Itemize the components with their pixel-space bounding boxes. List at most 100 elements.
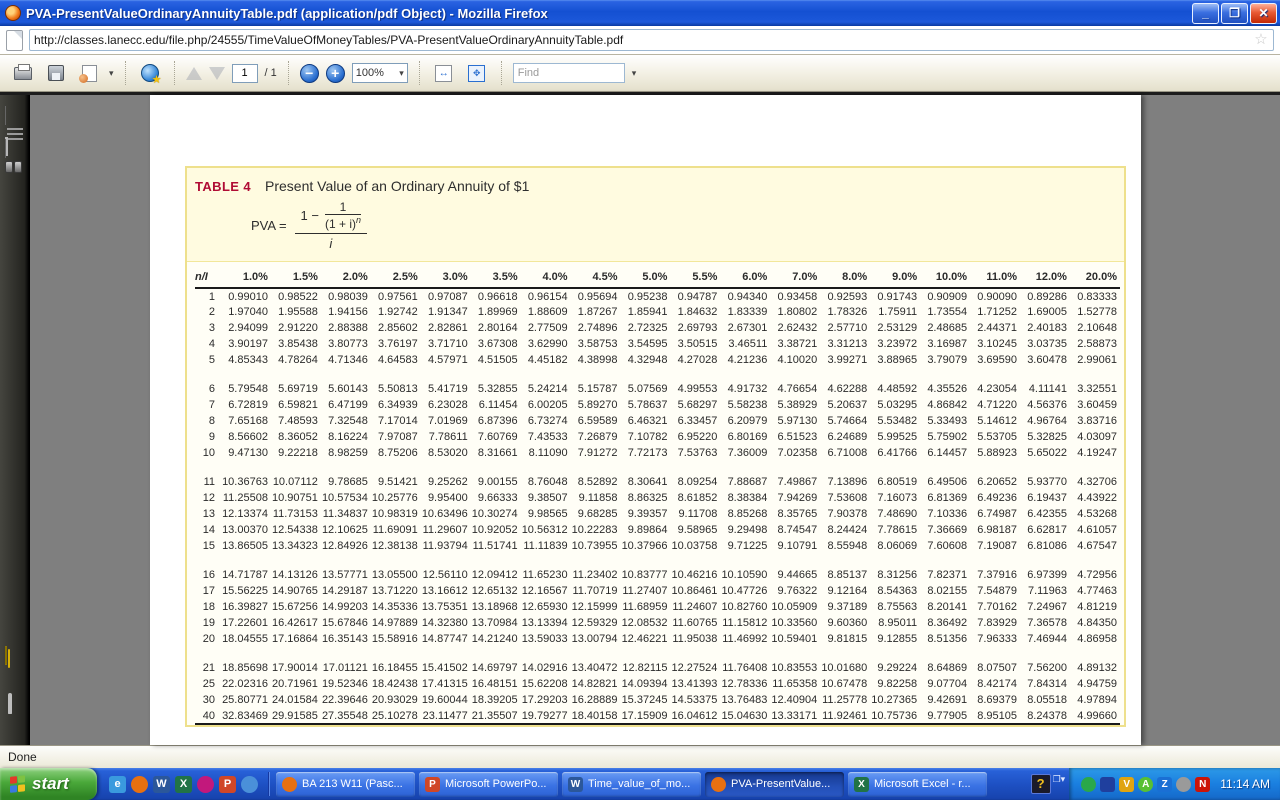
search-panel-button[interactable] xyxy=(5,157,25,179)
previous-page-button[interactable] xyxy=(186,67,202,80)
pva-cell: 12.46221 xyxy=(621,631,671,647)
key-quicklaunch-icon[interactable] xyxy=(197,776,214,793)
web-button[interactable] xyxy=(137,60,163,86)
table-row: 65.795485.697195.601435.508135.417195.32… xyxy=(195,381,1120,397)
pva-cell: 3.67308 xyxy=(471,336,521,352)
bookmark-star-icon[interactable]: ☆ xyxy=(1253,32,1269,48)
zoom-out-button[interactable]: − xyxy=(300,64,319,83)
pva-cell: 1.97040 xyxy=(221,304,271,320)
firefox-quicklaunch-icon[interactable] xyxy=(131,776,148,793)
rate-header: 5.0% xyxy=(621,266,671,288)
pva-cell: 8.11090 xyxy=(521,445,571,461)
pva-cell: 9.89864 xyxy=(621,522,671,538)
pva-cell: 13.00794 xyxy=(571,631,621,647)
pva-cell: 10.03758 xyxy=(670,538,720,554)
pdf-toolbar: ▾ / 1 − + 100% ▾ ↔ ✥ ▾ xyxy=(0,55,1280,92)
powerpoint-quicklaunch-icon[interactable]: P xyxy=(219,776,236,793)
pva-cell: 29.91585 xyxy=(271,708,321,724)
task-button[interactable]: PMicrosoft PowerPo... xyxy=(419,772,558,797)
binoculars-icon xyxy=(5,161,25,173)
comments-panel-button[interactable] xyxy=(5,647,25,669)
pages-panel-button[interactable] xyxy=(5,107,25,129)
pva-cell: 6.00205 xyxy=(521,397,571,413)
pva-cell: 7.48593 xyxy=(271,413,321,429)
paperclip-icon xyxy=(8,693,12,714)
chevron-button[interactable]: ❐▾ xyxy=(1053,774,1066,800)
pva-cell: 7.13896 xyxy=(820,474,870,490)
pva-cell: 7.60608 xyxy=(920,538,970,554)
pva-cell: 16.39827 xyxy=(221,599,271,615)
pva-cell: 11.93794 xyxy=(421,538,471,554)
save-button[interactable] xyxy=(43,60,69,86)
pva-cell: 4.99660 xyxy=(1070,708,1120,724)
pva-cell: 8.56602 xyxy=(221,429,271,445)
word-quicklaunch-icon[interactable]: W xyxy=(153,776,170,793)
zoom-level-select[interactable]: 100% ▾ xyxy=(352,63,408,83)
url-field[interactable]: http://classes.lanecc.edu/file.php/24555… xyxy=(29,29,1274,51)
task-button-label: PVA-PresentValue... xyxy=(731,778,830,790)
page-number-input[interactable] xyxy=(232,64,258,83)
z-tray-icon[interactable]: Z xyxy=(1157,777,1172,792)
start-button[interactable]: start xyxy=(0,768,97,800)
excel-quicklaunch-icon[interactable]: X xyxy=(175,776,192,793)
pva-cell: 9.81815 xyxy=(820,631,870,647)
attachments-panel-button[interactable] xyxy=(8,695,28,717)
task-button[interactable]: BA 213 W11 (Pasc... xyxy=(276,772,415,797)
period-cell: 19 xyxy=(195,615,221,631)
pva-cell: 9.25262 xyxy=(421,474,471,490)
find-dropdown-arrow[interactable]: ▾ xyxy=(632,68,637,79)
pva-cell: 14.35336 xyxy=(371,599,421,615)
pva-cell: 8.06069 xyxy=(870,538,920,554)
pva-cell: 8.69379 xyxy=(970,692,1020,708)
settings-tray-icon[interactable] xyxy=(1100,777,1115,792)
pva-cell: 9.38507 xyxy=(521,490,571,506)
pva-cell: 11.76408 xyxy=(720,660,770,676)
zoom-in-button[interactable]: + xyxy=(326,64,345,83)
pva-cell: 6.24689 xyxy=(820,429,870,445)
fit-width-button[interactable]: ↔ xyxy=(431,60,457,86)
ie-quicklaunch-icon[interactable]: e xyxy=(109,776,126,793)
pva-cell: 10.46216 xyxy=(670,567,720,583)
pva-cell: 13.57771 xyxy=(321,567,371,583)
next-page-button[interactable] xyxy=(209,67,225,80)
period-cell: 6 xyxy=(195,381,221,397)
restore-button[interactable]: ❐ xyxy=(1221,3,1248,24)
email-dropdown-arrow[interactable]: ▾ xyxy=(109,68,114,79)
pva-cell: 7.91272 xyxy=(571,445,621,461)
toolbar-separator xyxy=(288,61,289,85)
period-cell: 13 xyxy=(195,506,221,522)
printer-icon xyxy=(14,67,32,80)
minimize-button[interactable]: _ xyxy=(1192,3,1219,24)
pva-cell: 8.09254 xyxy=(670,474,720,490)
gray-tray-icon[interactable] xyxy=(1176,777,1191,792)
pva-cell: 2.44371 xyxy=(970,320,1020,336)
pva-cell: 6.33457 xyxy=(670,413,720,429)
green-a-tray-icon[interactable]: A xyxy=(1138,777,1153,792)
pva-cell: 3.85438 xyxy=(271,336,321,352)
task-button[interactable]: XMicrosoft Excel - r... xyxy=(848,772,987,797)
print-button[interactable] xyxy=(10,60,36,86)
pva-cell: 7.97087 xyxy=(371,429,421,445)
novell-tray-icon[interactable]: N xyxy=(1195,777,1210,792)
window-quicklaunch-icon[interactable] xyxy=(241,776,258,793)
fit-page-button[interactable]: ✥ xyxy=(464,60,490,86)
help-button[interactable]: ? xyxy=(1031,774,1051,794)
close-button[interactable]: ✕ xyxy=(1250,3,1277,24)
pva-cell: 3.71710 xyxy=(421,336,471,352)
green-orb-tray-icon[interactable] xyxy=(1081,777,1096,792)
pva-cell: 3.99271 xyxy=(820,352,870,368)
pva-cell: 4.99553 xyxy=(670,381,720,397)
find-input[interactable] xyxy=(513,63,625,83)
rate-header: 8.0% xyxy=(820,266,870,288)
task-button[interactable]: PVA-PresentValue... xyxy=(705,772,844,797)
pva-cell: 5.38929 xyxy=(770,397,820,413)
shield-tray-icon[interactable]: V xyxy=(1119,777,1134,792)
pva-cell: 10.75736 xyxy=(870,708,920,724)
pva-cell: 2.53129 xyxy=(870,320,920,336)
rate-header: 1.5% xyxy=(271,266,321,288)
rate-header: 1.0% xyxy=(221,266,271,288)
task-button[interactable]: WTime_value_of_mo... xyxy=(562,772,701,797)
pva-cell: 5.68297 xyxy=(670,397,720,413)
quick-launch-area: e WX P xyxy=(97,768,266,800)
email-button[interactable] xyxy=(76,60,102,86)
